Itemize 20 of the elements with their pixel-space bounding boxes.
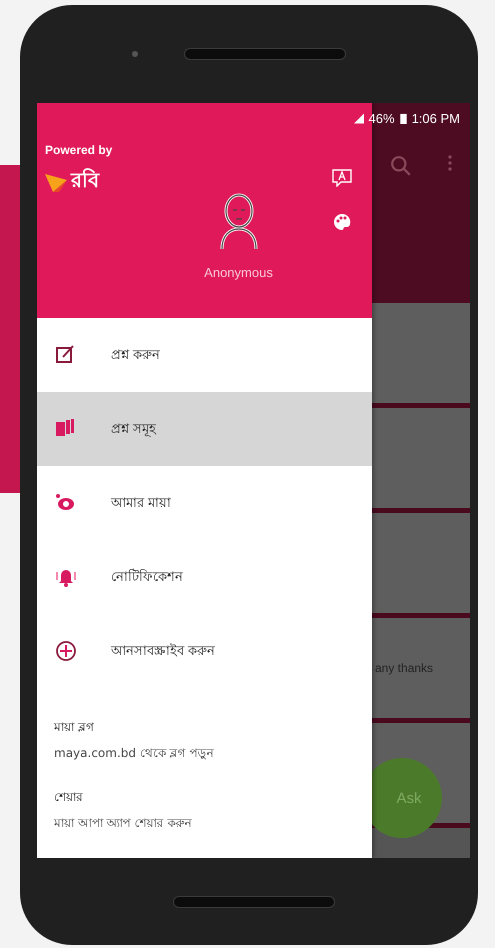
drawer-menu-item[interactable]: নোটিফিকেশন [37,540,372,614]
palette-button[interactable] [333,213,351,231]
drawer-menu-item[interactable]: আনসাবস্ক্রাইব করুন [37,614,372,688]
brand-logo-text: রবি [71,167,99,194]
drawer-menu-item[interactable]: প্রশ্ন করুন [37,318,372,392]
section-title: শেয়ার [54,789,84,806]
powered-by-label: Powered by [45,143,114,157]
signal-icon [354,112,364,124]
drawer-menu-item[interactable]: প্রশ্ন সমূহ [37,392,372,466]
clock-time: 1:06 PM [412,110,460,126]
overflow-menu-icon [448,155,452,171]
logo-icon [45,172,67,192]
user-name: Anonymous [204,265,273,280]
message-snippet: any thanks [374,661,434,675]
plus-circle-icon [55,640,77,662]
section-title: মায়া ব্লগ [54,719,95,736]
search-icon [390,155,412,177]
camera-dot [132,51,138,57]
drawer-menu-item[interactable]: আমার মায়া [37,466,372,540]
translate-button[interactable] [332,169,352,187]
